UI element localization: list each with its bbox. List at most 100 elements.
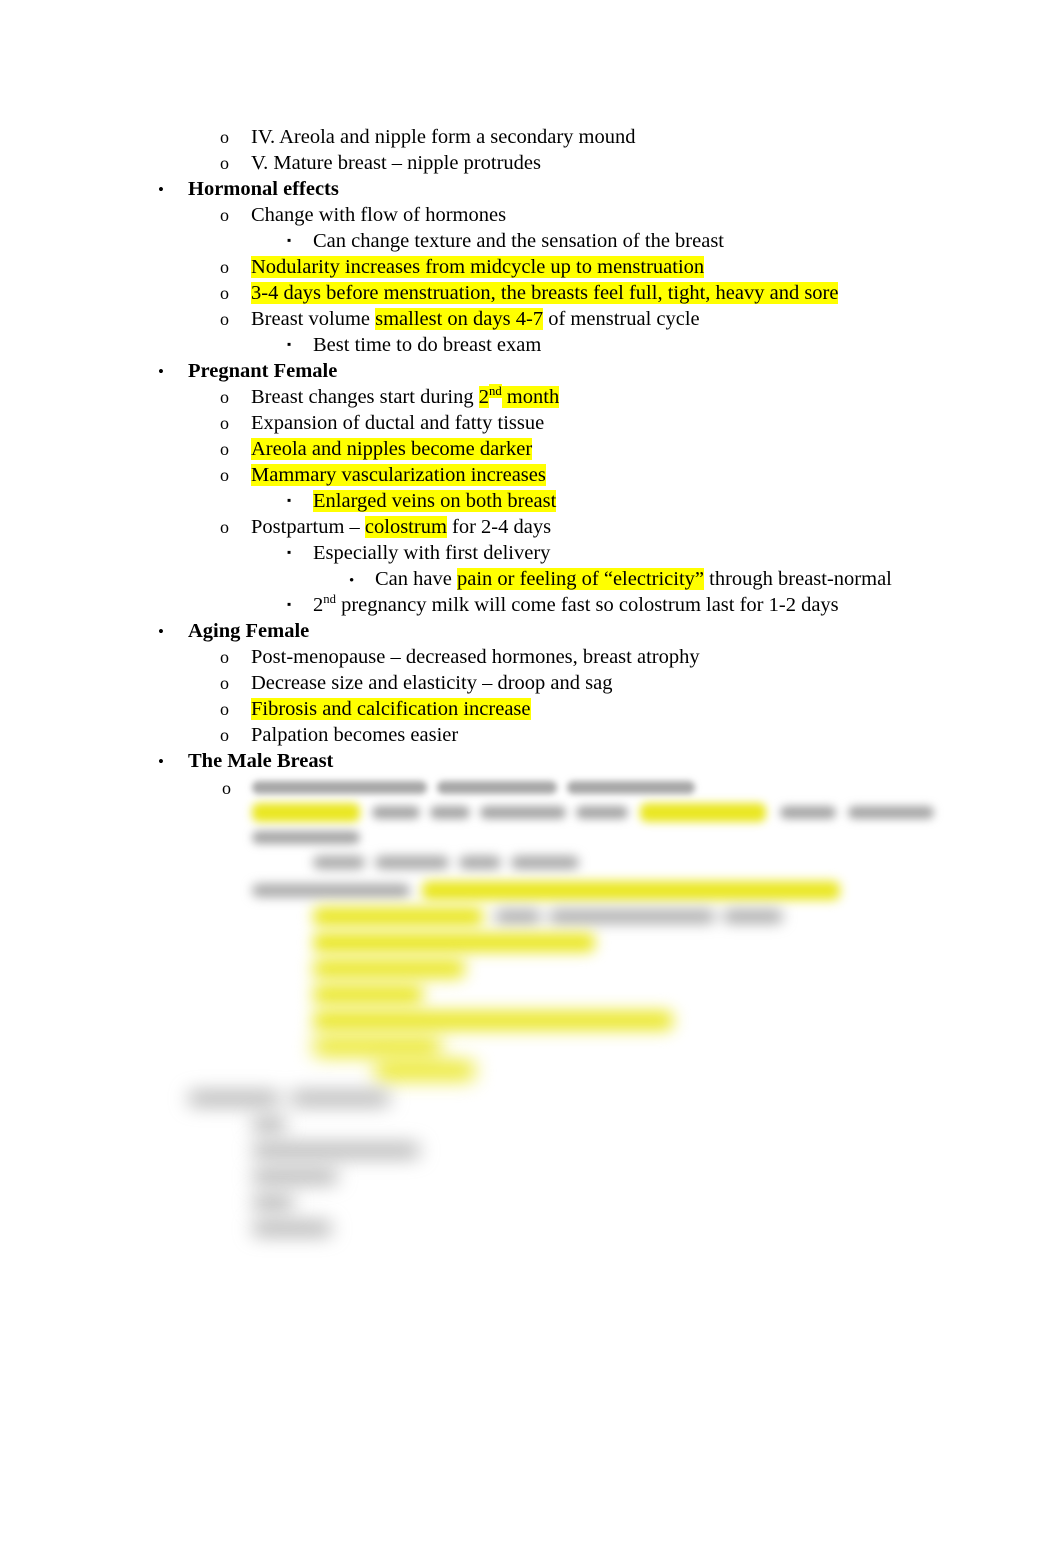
redacted-text-block xyxy=(252,1170,338,1183)
redacted-text-block xyxy=(290,1092,390,1105)
list-bullet-icon: o xyxy=(220,699,229,719)
redacted-text-block xyxy=(848,806,934,819)
outline-item: o Areola and nipples become darker xyxy=(0,436,1062,462)
redacted-text-block xyxy=(459,856,501,869)
outline-item: o Postpartum – colostrum for 2-4 days xyxy=(0,514,1062,540)
outline-item: ▪ Enlarged veins on both breast xyxy=(0,488,1062,514)
redacted-highlight-block xyxy=(313,907,483,926)
outline-item-text: Can have pain or feeling of “electricity… xyxy=(375,566,892,592)
text-run: Best time to do breast exam xyxy=(313,334,542,356)
list-bullet-icon: o xyxy=(220,309,229,329)
text-run: IV. Areola and nipple form a secondary m… xyxy=(251,126,636,148)
redacted-text-block xyxy=(437,781,557,794)
redacted-text-block xyxy=(252,1196,294,1209)
outline-item-text: Pregnant Female xyxy=(188,358,337,384)
outline-list: o IV. Areola and nipple form a secondary … xyxy=(0,124,1062,774)
outline-item: o Post-menopause – decreased hormones, br… xyxy=(0,644,1062,670)
outline-item-text: Can change texture and the sensation of … xyxy=(313,228,724,254)
list-bullet-icon: o xyxy=(220,153,229,173)
redacted-line xyxy=(0,1190,1062,1216)
redacted-text-block xyxy=(567,781,695,794)
list-bullet-icon: o xyxy=(220,387,229,407)
highlighted-text: Fibrosis and calcification increase xyxy=(251,698,531,720)
outline-item-text: Especially with first delivery xyxy=(313,540,550,566)
redacted-highlight-block xyxy=(640,803,766,822)
text-run: Pregnant Female xyxy=(188,360,338,382)
outline-item: o Fibrosis and calcification increase xyxy=(0,696,1062,722)
redacted-highlight-block xyxy=(313,933,595,952)
redacted-line xyxy=(0,1164,1062,1190)
outline-item-text: The Male Breast xyxy=(188,748,333,774)
outline-item: ▪ Can change texture and the sensation of… xyxy=(0,228,1062,254)
redacted-line xyxy=(0,904,1062,930)
redacted-highlight-block xyxy=(375,1061,475,1080)
highlighted-text: Enlarged veins on both breast xyxy=(313,490,557,512)
outline-item-text: IV. Areola and nipple form a secondary m… xyxy=(251,124,635,150)
redacted-line xyxy=(0,1086,1062,1112)
outline-item: o Decrease size and elasticity – droop an… xyxy=(0,670,1062,696)
outline-item-text: Hormonal effects xyxy=(188,176,339,202)
outline-item-text: Palpation becomes easier xyxy=(251,722,458,748)
outline-item: • Aging Female xyxy=(0,618,1062,644)
list-bullet-icon: o xyxy=(220,439,229,459)
text-run: for 2-4 days xyxy=(446,516,552,538)
list-bullet-icon: • xyxy=(158,752,164,771)
outline-item: o Mammary vascularization increases xyxy=(0,462,1062,488)
redacted-text-block xyxy=(495,910,541,923)
redacted-line xyxy=(0,800,1062,826)
list-bullet-icon: o xyxy=(220,205,229,225)
redacted-text-block xyxy=(576,806,628,819)
list-bullet-icon: ▪ xyxy=(287,545,292,559)
redacted-text-block xyxy=(252,1222,332,1235)
text-run: Expansion of ductal and fatty tissue xyxy=(251,412,545,434)
redacted-line xyxy=(0,878,1062,904)
list-bullet-icon: ▪ xyxy=(287,597,292,611)
list-bullet-icon: o xyxy=(220,257,229,277)
list-bullet-icon: o xyxy=(220,725,229,745)
redacted-line xyxy=(0,825,1062,851)
document-page: o IV. Areola and nipple form a secondary … xyxy=(0,0,1062,1556)
text-run: Aging Female xyxy=(188,620,310,642)
outline-item: o Expansion of ductal and fatty tissue xyxy=(0,410,1062,436)
redacted-text-block xyxy=(480,806,566,819)
outline-item-text: Expansion of ductal and fatty tissue xyxy=(251,410,544,436)
outline-item: • Pregnant Female xyxy=(0,358,1062,384)
redacted-highlight-block xyxy=(422,881,840,900)
outline-item: o Nodularity increases from midcycle up t… xyxy=(0,254,1062,280)
redacted-text-block xyxy=(252,1118,286,1131)
list-bullet-icon: ▪ xyxy=(287,337,292,351)
redacted-text-block xyxy=(252,1144,420,1157)
outline-item-text: 2nd pregnancy milk will come fast so col… xyxy=(313,592,839,618)
list-bullet-icon: o xyxy=(220,283,229,303)
text-run: of menstrual cycle xyxy=(543,308,700,330)
text-run: Breast volume xyxy=(251,308,376,330)
redacted-line xyxy=(0,1008,1062,1034)
redacted-text-block xyxy=(723,910,783,923)
text-run: 2 xyxy=(313,594,324,616)
outline-item-text: Enlarged veins on both breast xyxy=(313,488,557,514)
outline-item-text: Best time to do breast exam xyxy=(313,332,541,358)
outline-item-text: Postpartum – colostrum for 2-4 days xyxy=(251,514,551,540)
highlighted-text: month xyxy=(501,386,560,408)
redacted-line xyxy=(0,1216,1062,1242)
outline-item-text: Fibrosis and calcification increase xyxy=(251,696,531,722)
list-bullet-icon: o xyxy=(220,127,229,147)
outline-item: ▪ 2nd pregnancy milk will come fast so co… xyxy=(0,592,1062,618)
highlighted-text: 2 xyxy=(478,386,489,408)
redacted-text-block xyxy=(188,1092,280,1105)
outline-item-text: Decrease size and elasticity – droop and… xyxy=(251,670,612,696)
highlighted-text: Mammary vascularization increases xyxy=(251,464,546,486)
redacted-text-block xyxy=(252,781,427,794)
redacted-line xyxy=(0,1112,1062,1138)
outline-item: ▪ Best time to do breast exam xyxy=(0,332,1062,358)
list-bullet-icon: ▪ xyxy=(287,493,292,507)
outline-item: • Can have pain or feeling of “electricit… xyxy=(0,566,1062,592)
redacted-text-block xyxy=(549,910,715,923)
outline-item: • The Male Breast xyxy=(0,748,1062,774)
redacted-line xyxy=(0,1034,1062,1060)
text-run: Change with flow of hormones xyxy=(251,204,507,226)
text-run: Especially with first delivery xyxy=(313,542,551,564)
highlighted-text: pain or feeling of “electricity” xyxy=(456,568,704,590)
outline-item-text: Breast changes start during 2nd month xyxy=(251,384,560,410)
outline-item-text: Nodularity increases from midcycle up to… xyxy=(251,254,705,280)
